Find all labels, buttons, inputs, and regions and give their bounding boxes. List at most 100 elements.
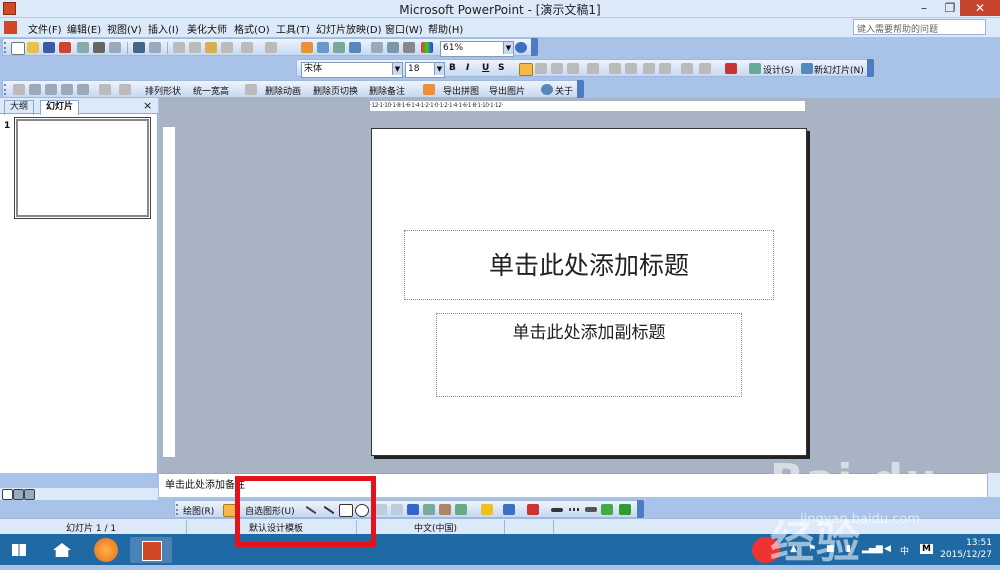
shadow-style-icon[interactable]: [601, 504, 613, 515]
copy-icon[interactable]: [189, 42, 201, 53]
close-button[interactable]: ✕: [960, 0, 1000, 16]
arrange-shapes-button[interactable]: 排列形状: [145, 84, 181, 97]
show-grid-icon[interactable]: [403, 42, 415, 53]
toolbar-options[interactable]: [577, 80, 584, 98]
text-direction-icon[interactable]: [699, 63, 711, 74]
slideshow-view-icon[interactable]: [24, 489, 35, 500]
clipart-icon[interactable]: [439, 504, 451, 515]
spelling-icon[interactable]: [133, 42, 145, 53]
menu-beautify[interactable]: 美化大师: [187, 21, 227, 36]
vertical-textbox-icon[interactable]: [391, 504, 403, 515]
underline-button[interactable]: U: [482, 63, 489, 73]
minimize-button[interactable]: –: [912, 0, 936, 16]
expand-all-icon[interactable]: [371, 42, 383, 53]
menu-slideshow[interactable]: 幻灯片放映(D): [316, 21, 382, 36]
uniform-size-button[interactable]: 统一宽高: [193, 84, 229, 97]
align-left-icon[interactable]: [519, 63, 533, 76]
sorter-view-icon[interactable]: [13, 489, 24, 500]
start-icon[interactable]: [2, 537, 36, 563]
addin-icon-7[interactable]: [119, 84, 131, 95]
numbering-icon[interactable]: [609, 63, 621, 74]
research-icon[interactable]: [149, 42, 161, 53]
help-icon[interactable]: [515, 42, 527, 53]
save-icon[interactable]: [43, 42, 55, 53]
line-spacing-icon[interactable]: [681, 63, 693, 74]
export-collage-button[interactable]: 导出拼图: [443, 84, 479, 97]
menu-insert[interactable]: 插入(I): [148, 21, 179, 36]
arrow-style-icon[interactable]: [585, 507, 597, 512]
toolbar-grip[interactable]: [4, 84, 9, 95]
export-image-button[interactable]: 导出图片: [489, 84, 525, 97]
email-icon[interactable]: [77, 42, 89, 53]
slide-canvas[interactable]: 单击此处添加标题 单击此处添加副标题: [371, 128, 807, 456]
menu-edit[interactable]: 编辑(E): [67, 21, 101, 36]
dash-style-icon[interactable]: [569, 508, 581, 511]
addin-icon-9[interactable]: [423, 84, 435, 95]
menu-tools[interactable]: 工具(T): [276, 21, 310, 36]
tables-borders-icon[interactable]: [333, 42, 345, 53]
addin-icon-5[interactable]: [77, 84, 89, 95]
color-grayscale-icon[interactable]: [421, 42, 433, 53]
insert-chart-icon[interactable]: [301, 42, 313, 53]
slide-thumbnail[interactable]: [14, 117, 151, 219]
restore-button[interactable]: ❐: [938, 0, 962, 16]
document-icon[interactable]: [4, 21, 17, 34]
powerpoint-taskbar-icon[interactable]: [130, 537, 172, 563]
textbox-icon[interactable]: [375, 504, 387, 515]
bold-button[interactable]: B: [449, 63, 456, 73]
new-icon[interactable]: [11, 42, 25, 55]
design-button[interactable]: 设计(S): [763, 63, 794, 76]
title-placeholder[interactable]: 单击此处添加标题: [404, 230, 774, 300]
font-size-select[interactable]: 18 ▼: [405, 62, 445, 78]
undo-icon[interactable]: [241, 42, 253, 53]
delete-transition-button[interactable]: 删除页切换: [313, 84, 358, 97]
font-color-icon[interactable]: [527, 504, 539, 515]
line-color-icon[interactable]: [503, 504, 515, 515]
toolbar-options[interactable]: [531, 38, 538, 56]
font-select[interactable]: 宋体 ▼: [301, 62, 403, 78]
decrease-indent-icon[interactable]: [643, 63, 655, 74]
picture-icon[interactable]: [455, 504, 467, 515]
redo-icon[interactable]: [265, 42, 277, 53]
toolbar-grip[interactable]: [176, 504, 181, 515]
browser-icon[interactable]: [86, 537, 128, 563]
increase-indent-icon[interactable]: [659, 63, 671, 74]
normal-view-icon[interactable]: [2, 489, 13, 500]
about-button[interactable]: 关于: [555, 84, 573, 97]
help-search-input[interactable]: 键入需要帮助的问题: [853, 19, 986, 35]
font-color-icon[interactable]: [725, 63, 737, 74]
new-slide-icon[interactable]: [349, 42, 361, 53]
shadow-button[interactable]: S: [498, 63, 504, 73]
tab-slides[interactable]: 幻灯片: [40, 100, 80, 115]
paste-icon[interactable]: [205, 42, 217, 53]
show-formatting-icon[interactable]: [387, 42, 399, 53]
zoom-select[interactable]: 61% ▼: [440, 41, 514, 57]
new-slide-icon[interactable]: [801, 63, 813, 74]
toolbar-grip[interactable]: [4, 42, 9, 53]
delete-notes-button[interactable]: 删除备注: [369, 84, 405, 97]
format-painter-icon[interactable]: [221, 42, 233, 53]
diagram-icon[interactable]: [423, 504, 435, 515]
print-icon[interactable]: [93, 42, 105, 53]
italic-button[interactable]: I: [466, 63, 469, 73]
addin-icon-1[interactable]: [13, 84, 25, 95]
addin-icon-2[interactable]: [29, 84, 41, 95]
bullets-icon[interactable]: [625, 63, 637, 74]
new-slide-button[interactable]: 新幻灯片(N): [814, 63, 864, 76]
fill-color-icon[interactable]: [481, 504, 493, 515]
delete-animation-button[interactable]: 删除动画: [265, 84, 301, 97]
addin-icon-4[interactable]: [61, 84, 73, 95]
tab-outline[interactable]: 大纲: [4, 100, 35, 115]
justify-icon[interactable]: [567, 63, 579, 74]
addin-icon-3[interactable]: [45, 84, 57, 95]
align-center-icon[interactable]: [535, 63, 547, 74]
cut-icon[interactable]: [173, 42, 185, 53]
distribute-icon[interactable]: [587, 63, 599, 74]
toolbar-options[interactable]: [637, 500, 644, 518]
menu-format[interactable]: 格式(O): [234, 21, 270, 36]
print-preview-icon[interactable]: [109, 42, 121, 53]
insert-table-icon[interactable]: [317, 42, 329, 53]
addin-icon-6[interactable]: [99, 84, 111, 95]
wordart-icon[interactable]: [407, 504, 419, 515]
align-right-icon[interactable]: [551, 63, 563, 74]
